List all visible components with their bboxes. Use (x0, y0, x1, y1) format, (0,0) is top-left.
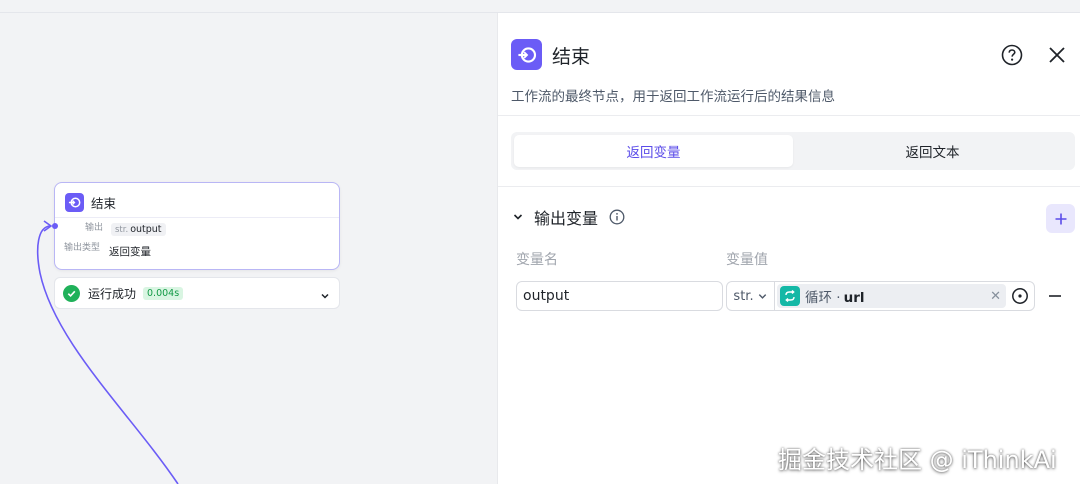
panel-description: 工作流的最终节点，用于返回工作流运行后的结果信息 (511, 89, 835, 105)
output-value: output (130, 224, 162, 235)
plus-icon (1055, 213, 1066, 224)
chevron-down-icon (513, 214, 523, 220)
reference-prefix: 循环 · (805, 290, 841, 306)
clear-reference-icon[interactable]: ✕ (990, 289, 1001, 304)
variable-value-field: str. 循环 · url ✕ (726, 281, 1035, 311)
panel-divider (498, 186, 1080, 187)
success-check-icon (63, 284, 80, 302)
run-status-bar[interactable]: 运行成功 0.004s (54, 277, 340, 309)
panel-divider (498, 115, 1080, 116)
node-title: 结束 (91, 196, 117, 211)
minus-icon (1049, 295, 1061, 297)
run-time-badge: 0.004s (143, 286, 184, 300)
help-icon[interactable] (1001, 44, 1023, 66)
variable-type-select[interactable]: str. (727, 282, 775, 310)
tab-return-variable[interactable]: 返回变量 (514, 135, 793, 167)
variable-name-input[interactable] (516, 281, 723, 311)
end-node-icon (511, 39, 542, 70)
panel-title: 结束 (552, 46, 591, 68)
mode-key: 输出类型 (64, 242, 101, 253)
variable-reference-chip[interactable]: 循环 · url ✕ (777, 284, 1006, 308)
input-port[interactable] (52, 223, 58, 229)
section-title: 输出变量 (534, 209, 599, 228)
watermark-text: 掘金技术社区 @ iThinkAi (778, 446, 1057, 474)
output-chip: str. output (111, 223, 166, 236)
variable-type-label: str. (733, 288, 754, 304)
run-status-text: 运行成功 (88, 286, 137, 301)
column-header-name: 变量名 (516, 252, 558, 268)
remove-variable-button[interactable] (1046, 288, 1064, 304)
chevron-down-icon (758, 293, 766, 299)
end-node-panel: 结束 工作流的最终节点，用于返回工作流运行后的结果信息 返回变量 返回文本 输出… (497, 13, 1080, 484)
close-icon[interactable] (1047, 45, 1067, 65)
tab-return-text[interactable]: 返回文本 (793, 135, 1072, 167)
add-variable-button[interactable] (1046, 204, 1075, 233)
end-node[interactable]: 结束 输出 str. output 输出类型 返回变量 (52, 182, 340, 270)
reference-source: 循环 · url (805, 286, 865, 306)
output-type: str. (115, 225, 129, 235)
end-node-icon (65, 193, 84, 212)
loop-icon (780, 286, 800, 306)
column-header-value: 变量值 (726, 252, 768, 268)
chevron-down-icon[interactable] (319, 287, 331, 306)
reference-variable: url (843, 290, 865, 306)
node-divider (55, 217, 339, 218)
output-variables-section-toggle[interactable]: 输出变量 (512, 205, 625, 229)
output-mode-tabs: 返回变量 返回文本 (511, 132, 1075, 170)
target-select-icon[interactable] (1006, 282, 1034, 310)
info-icon[interactable] (609, 209, 625, 225)
mode-value: 返回变量 (109, 246, 151, 258)
workflow-canvas[interactable]: 结束 输出 str. output 输出类型 返回变量 运行成功 0.004s (0, 13, 497, 484)
